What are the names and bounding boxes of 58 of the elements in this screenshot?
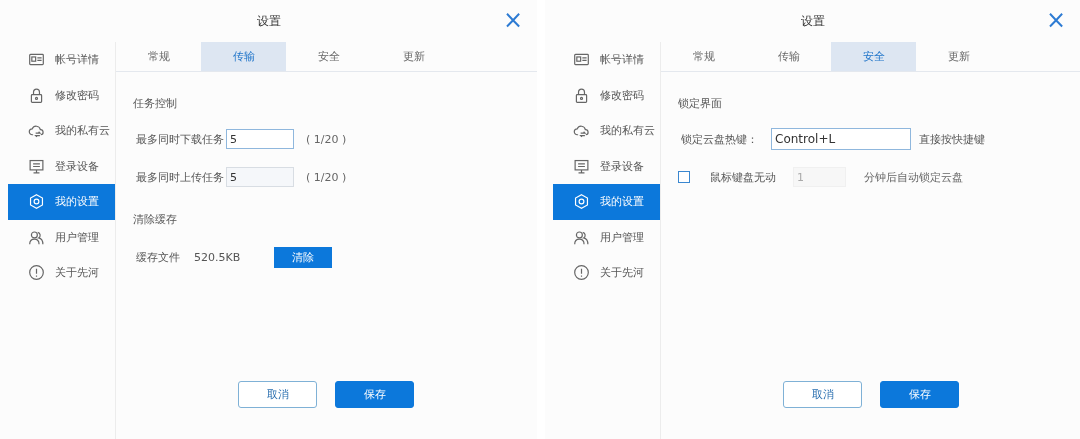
cache-size: 520.5KB (194, 250, 242, 264)
sidebar-item[interactable]: 用户管理 (8, 219, 115, 255)
range-hint: ( 1/20 ) (306, 132, 347, 146)
save-button[interactable]: 保存 (335, 381, 414, 408)
tab[interactable]: 更新 (916, 42, 1001, 71)
info-icon (28, 264, 45, 282)
field-label: 缓存文件 (136, 249, 181, 265)
sidebar-item[interactable]: 修改密码 (553, 77, 660, 113)
close-button[interactable]: × (1043, 8, 1068, 32)
section-heading: 任务控制 (133, 95, 178, 112)
section-heading: 清除缓存 (133, 211, 178, 228)
sidebar-item[interactable]: 我的私有云 (553, 113, 660, 149)
gear-icon (28, 193, 45, 211)
users-icon (573, 228, 590, 246)
input-field[interactable]: 5 (226, 167, 294, 187)
users-icon (28, 228, 45, 246)
sidebar-item[interactable]: 修改密码 (8, 77, 115, 113)
checkbox-label: 鼠标键盘无动 (710, 169, 777, 185)
lock-icon (28, 86, 45, 104)
minutes-hint: 分钟后自动锁定云盘 (864, 169, 963, 185)
input-field[interactable]: 5 (226, 129, 294, 149)
clear-button[interactable]: 清除 (274, 246, 332, 268)
sidebar-item[interactable]: 我的设置 (553, 184, 660, 220)
tab[interactable]: 传输 (201, 42, 286, 71)
range-hint: ( 1/20 ) (306, 170, 347, 184)
tab[interactable]: 常规 (661, 42, 746, 71)
field-label: 最多同时下载任务 (136, 131, 225, 147)
tab[interactable]: 安全 (286, 42, 371, 71)
save-button[interactable]: 保存 (880, 381, 959, 408)
lock-icon (573, 86, 590, 104)
sidebar-item[interactable]: 关于先河 (8, 255, 115, 291)
cancel-button[interactable]: 取消 (783, 381, 862, 408)
tab[interactable]: 常规 (116, 42, 201, 71)
monitor-icon (28, 157, 45, 175)
section-heading: 锁定界面 (678, 95, 723, 112)
monitor-icon (573, 157, 590, 175)
close-button[interactable]: × (500, 8, 525, 32)
sidebar-item[interactable]: 帐号详情 (8, 42, 115, 78)
field-label: 锁定云盘热键： (681, 131, 759, 147)
tab[interactable]: 安全 (831, 42, 916, 71)
hotkey-field[interactable]: Control+L (771, 128, 911, 150)
window-title: 设置 (256, 12, 281, 30)
field-label: 最多同时上传任务 (136, 169, 225, 185)
sidebar-item[interactable]: 登录设备 (8, 148, 115, 184)
sidebar-item[interactable]: 我的私有云 (8, 113, 115, 149)
sidebar-item[interactable]: 我的设置 (8, 184, 115, 220)
sidebar-item[interactable]: 登录设备 (553, 148, 660, 184)
window-title: 设置 (800, 12, 825, 30)
hotkey-hint: 直接按快捷键 (919, 131, 985, 147)
sidebar-item[interactable]: 关于先河 (553, 255, 660, 291)
cancel-button[interactable]: 取消 (238, 381, 317, 408)
tab[interactable]: 更新 (371, 42, 456, 71)
tab[interactable]: 传输 (746, 42, 831, 71)
checkbox[interactable] (678, 171, 690, 183)
sidebar-item[interactable]: 帐号详情 (553, 42, 660, 78)
info-icon (573, 264, 590, 282)
gear-icon (573, 193, 590, 211)
sidebar-item[interactable]: 用户管理 (553, 219, 660, 255)
